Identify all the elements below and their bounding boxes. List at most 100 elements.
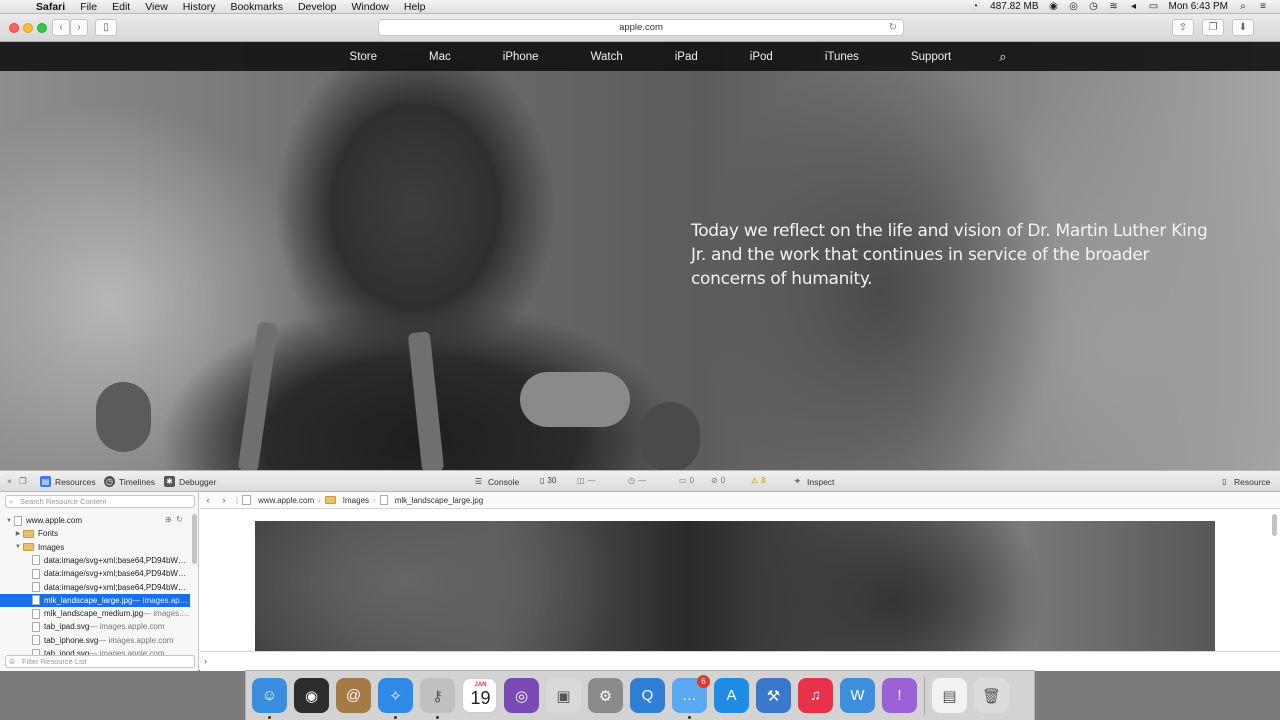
disclosure-triangle-icon[interactable]: ▼ [4, 518, 14, 524]
running-indicator [394, 716, 397, 719]
filter-resource-list-input[interactable]: ⊜ Filter Resource List [5, 655, 195, 668]
wifi-icon[interactable]: ≋ [1109, 1, 1119, 12]
nav-search-icon[interactable]: ⌕ [999, 49, 1006, 65]
contacts-icon[interactable]: @ [336, 678, 371, 713]
launchpad-icon[interactable]: ◉ [294, 678, 329, 713]
tree-row[interactable]: data:image/svg+xml;base64,PD94bWw… [0, 567, 190, 580]
tree-row[interactable]: ▼ Images [0, 541, 190, 554]
quicktime-icon[interactable]: Q [630, 678, 665, 713]
breadcrumb-images[interactable]: Images [324, 496, 369, 505]
menu-help[interactable]: Help [404, 1, 426, 13]
resource-size[interactable]: ◫ — [577, 476, 596, 485]
keychain-icon[interactable]: ⚷ [420, 678, 455, 719]
tab-timelines-label: Timelines [119, 476, 156, 487]
feedback-icon[interactable]: ! [882, 678, 917, 713]
menu-edit[interactable]: Edit [112, 1, 130, 13]
content-scrollbar[interactable] [1272, 514, 1277, 536]
path-forward-icon[interactable]: › [216, 495, 232, 505]
volume-icon[interactable]: ◂ [1129, 1, 1139, 12]
notification-center-icon[interactable]: ≡ [1258, 1, 1268, 12]
tree-row[interactable]: tab_iphone.svg — images.apple.com [0, 634, 190, 647]
menu-window[interactable]: Window [352, 1, 389, 13]
app-store-icon[interactable]: A [714, 678, 749, 713]
sidebar-toggle-button[interactable]: ▯ [95, 19, 117, 36]
close-inspector-icon[interactable]: × [7, 476, 12, 486]
new-resource-icon[interactable]: ⊕ [165, 515, 172, 524]
window-zoom-button[interactable] [37, 23, 47, 33]
tree-row[interactable]: ▶ Fonts [0, 527, 190, 540]
memory-usage[interactable]: 487.82 MB [990, 1, 1038, 12]
memory-monitor-icon[interactable]: ◔ [970, 1, 980, 12]
show-tabs-button[interactable]: ❐ [1202, 19, 1224, 36]
nav-itunes[interactable]: iTunes [799, 51, 885, 63]
menu-file[interactable]: File [80, 1, 97, 13]
dock-inspector-icon[interactable]: ❐ [19, 476, 27, 487]
window-close-button[interactable] [9, 23, 19, 33]
back-button[interactable]: ‹ [52, 19, 70, 36]
menu-develop[interactable]: Develop [298, 1, 337, 13]
tree-row[interactable]: ▼ www.apple.com [0, 514, 190, 527]
tab-timelines[interactable]: ◷ Timelines [104, 476, 155, 487]
system-preferences-icon[interactable]: ⚙ [588, 678, 623, 713]
stack-icon[interactable]: ▤ [932, 678, 967, 713]
menu-history[interactable]: History [183, 1, 216, 13]
error-count[interactable]: ⊘ 0 [711, 476, 725, 485]
tree-row[interactable]: mlk_landscape_medium.jpg — images.… [0, 607, 190, 620]
menu-view[interactable]: View [145, 1, 168, 13]
preview-icon[interactable]: ▣ [546, 678, 581, 713]
trash-icon[interactable]: 🗑 [974, 678, 1009, 713]
nav-ipod[interactable]: iPod [724, 51, 799, 63]
reload-icon[interactable]: ↻ [889, 20, 897, 35]
downloads-button[interactable]: ⬇ [1232, 19, 1254, 36]
search-resource-content-input[interactable]: ⌕ Search Resource Content [5, 495, 195, 508]
menu-app-name[interactable]: Safari [36, 1, 65, 13]
menu-bookmarks[interactable]: Bookmarks [230, 1, 283, 13]
spotlight-icon[interactable]: ⌕ [1238, 1, 1248, 12]
nav-ipad[interactable]: iPad [649, 51, 724, 63]
address-bar[interactable]: apple.com ↻ [378, 19, 904, 36]
nav-iphone[interactable]: iPhone [477, 51, 565, 63]
messages-icon[interactable]: … 6 [672, 675, 710, 719]
disclosure-triangle-icon[interactable]: ▼ [13, 544, 23, 550]
timemachine-icon[interactable]: ◷ [1089, 1, 1099, 12]
record-icon[interactable]: ◉ [1049, 1, 1059, 12]
window-minimize-button[interactable] [23, 23, 33, 33]
tab-debugger[interactable]: ✱ Debugger [164, 476, 216, 487]
log-count[interactable]: ▭ 0 [679, 476, 694, 485]
breadcrumb-file[interactable]: mlk_landscape_large.jpg [379, 495, 483, 505]
tab-console[interactable]: ☰ Console [473, 476, 519, 487]
nav-watch[interactable]: Watch [565, 51, 649, 63]
disclosure-triangle-icon[interactable]: ▶ [13, 530, 23, 537]
console-prompt-input[interactable]: › [200, 651, 1280, 671]
breadcrumb-domain[interactable]: www.apple.com [242, 495, 314, 505]
safari-icon[interactable]: ✧ [378, 678, 413, 719]
reload-resource-icon[interactable]: ↻ [176, 515, 183, 524]
tree-row[interactable]: data:image/svg+xml;base64,PD94bWw… [0, 554, 190, 567]
nav-support[interactable]: Support [885, 51, 977, 63]
finder-icon[interactable]: ☺ [252, 678, 287, 719]
instruments-icon[interactable]: ◎ [504, 678, 539, 713]
sync-icon[interactable]: ◎ [1069, 1, 1079, 12]
itunes-icon[interactable]: ♫ [798, 678, 833, 713]
xcode-icon[interactable]: ⚒ [756, 678, 791, 713]
path-back-icon[interactable]: ‹ [200, 495, 216, 505]
resource-details-button[interactable]: ▯ Resource [1219, 476, 1270, 487]
sidebar-scrollbar[interactable] [192, 514, 197, 654]
word-icon[interactable]: W [840, 678, 875, 713]
calendar-icon[interactable]: JAN 19 [462, 678, 497, 713]
warning-count[interactable]: ⚠ 8 [751, 476, 766, 485]
tab-resources[interactable]: ▤ Resources [40, 476, 96, 487]
tree-row[interactable]: mlk_landscape_large.jpg — images.ap… [0, 593, 190, 607]
nav-mac[interactable]: Mac [403, 51, 477, 63]
battery-icon[interactable]: ▭ [1149, 1, 1159, 12]
load-time[interactable]: ◷ — [628, 476, 646, 485]
inspect-button[interactable]: ⌖ Inspect [792, 476, 835, 487]
resource-count[interactable]: ▯ 30 [540, 476, 556, 485]
nav-store[interactable]: Store [324, 51, 404, 63]
tree-row[interactable]: data:image/svg+xml;base64,PD94bWw… [0, 581, 190, 594]
share-button[interactable]: ⇧ [1172, 19, 1194, 36]
tree-row-label: tab_ipad.svg [44, 622, 90, 632]
forward-button[interactable]: › [70, 19, 88, 36]
tree-row[interactable]: tab_ipad.svg — images.apple.com [0, 620, 190, 633]
menu-clock[interactable]: Mon 6:43 PM [1169, 1, 1228, 12]
